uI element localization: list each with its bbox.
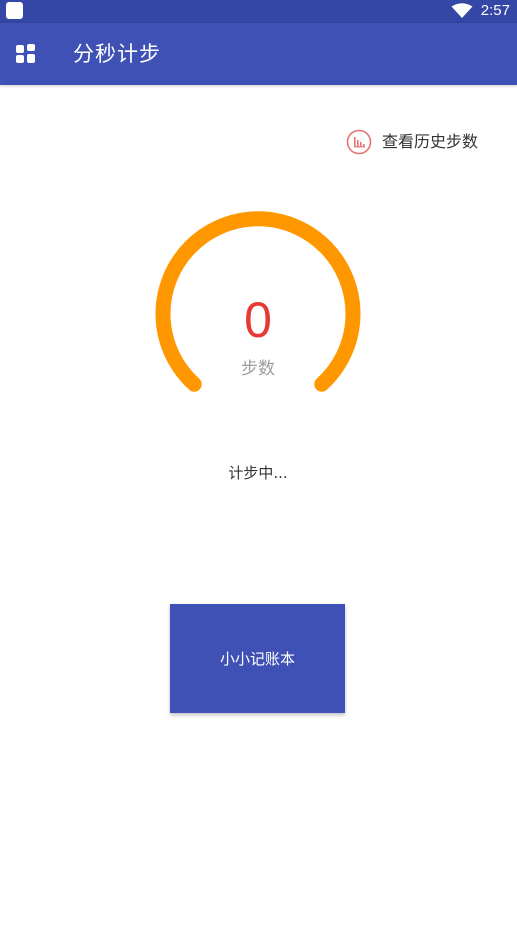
step-count-value: 0 [244, 292, 272, 348]
view-history-label: 查看历史步数 [382, 132, 479, 151]
counting-status-text: 计步中... [228, 464, 288, 482]
app-title: 分秒计步 [73, 42, 161, 66]
notification-icon [6, 2, 23, 19]
wifi-icon [451, 3, 473, 18]
ledger-button[interactable]: 小小记账本 [170, 604, 345, 713]
view-history-link[interactable]: 查看历史步数 [346, 128, 478, 156]
status-time: 2:57 [480, 2, 510, 19]
step-count-label: 步数 [241, 359, 275, 379]
bar-chart-icon [346, 129, 372, 155]
status-bar: 2:57 [0, 0, 517, 23]
grid-menu-icon[interactable] [16, 44, 36, 64]
app-bar: 分秒计步 [0, 23, 517, 85]
